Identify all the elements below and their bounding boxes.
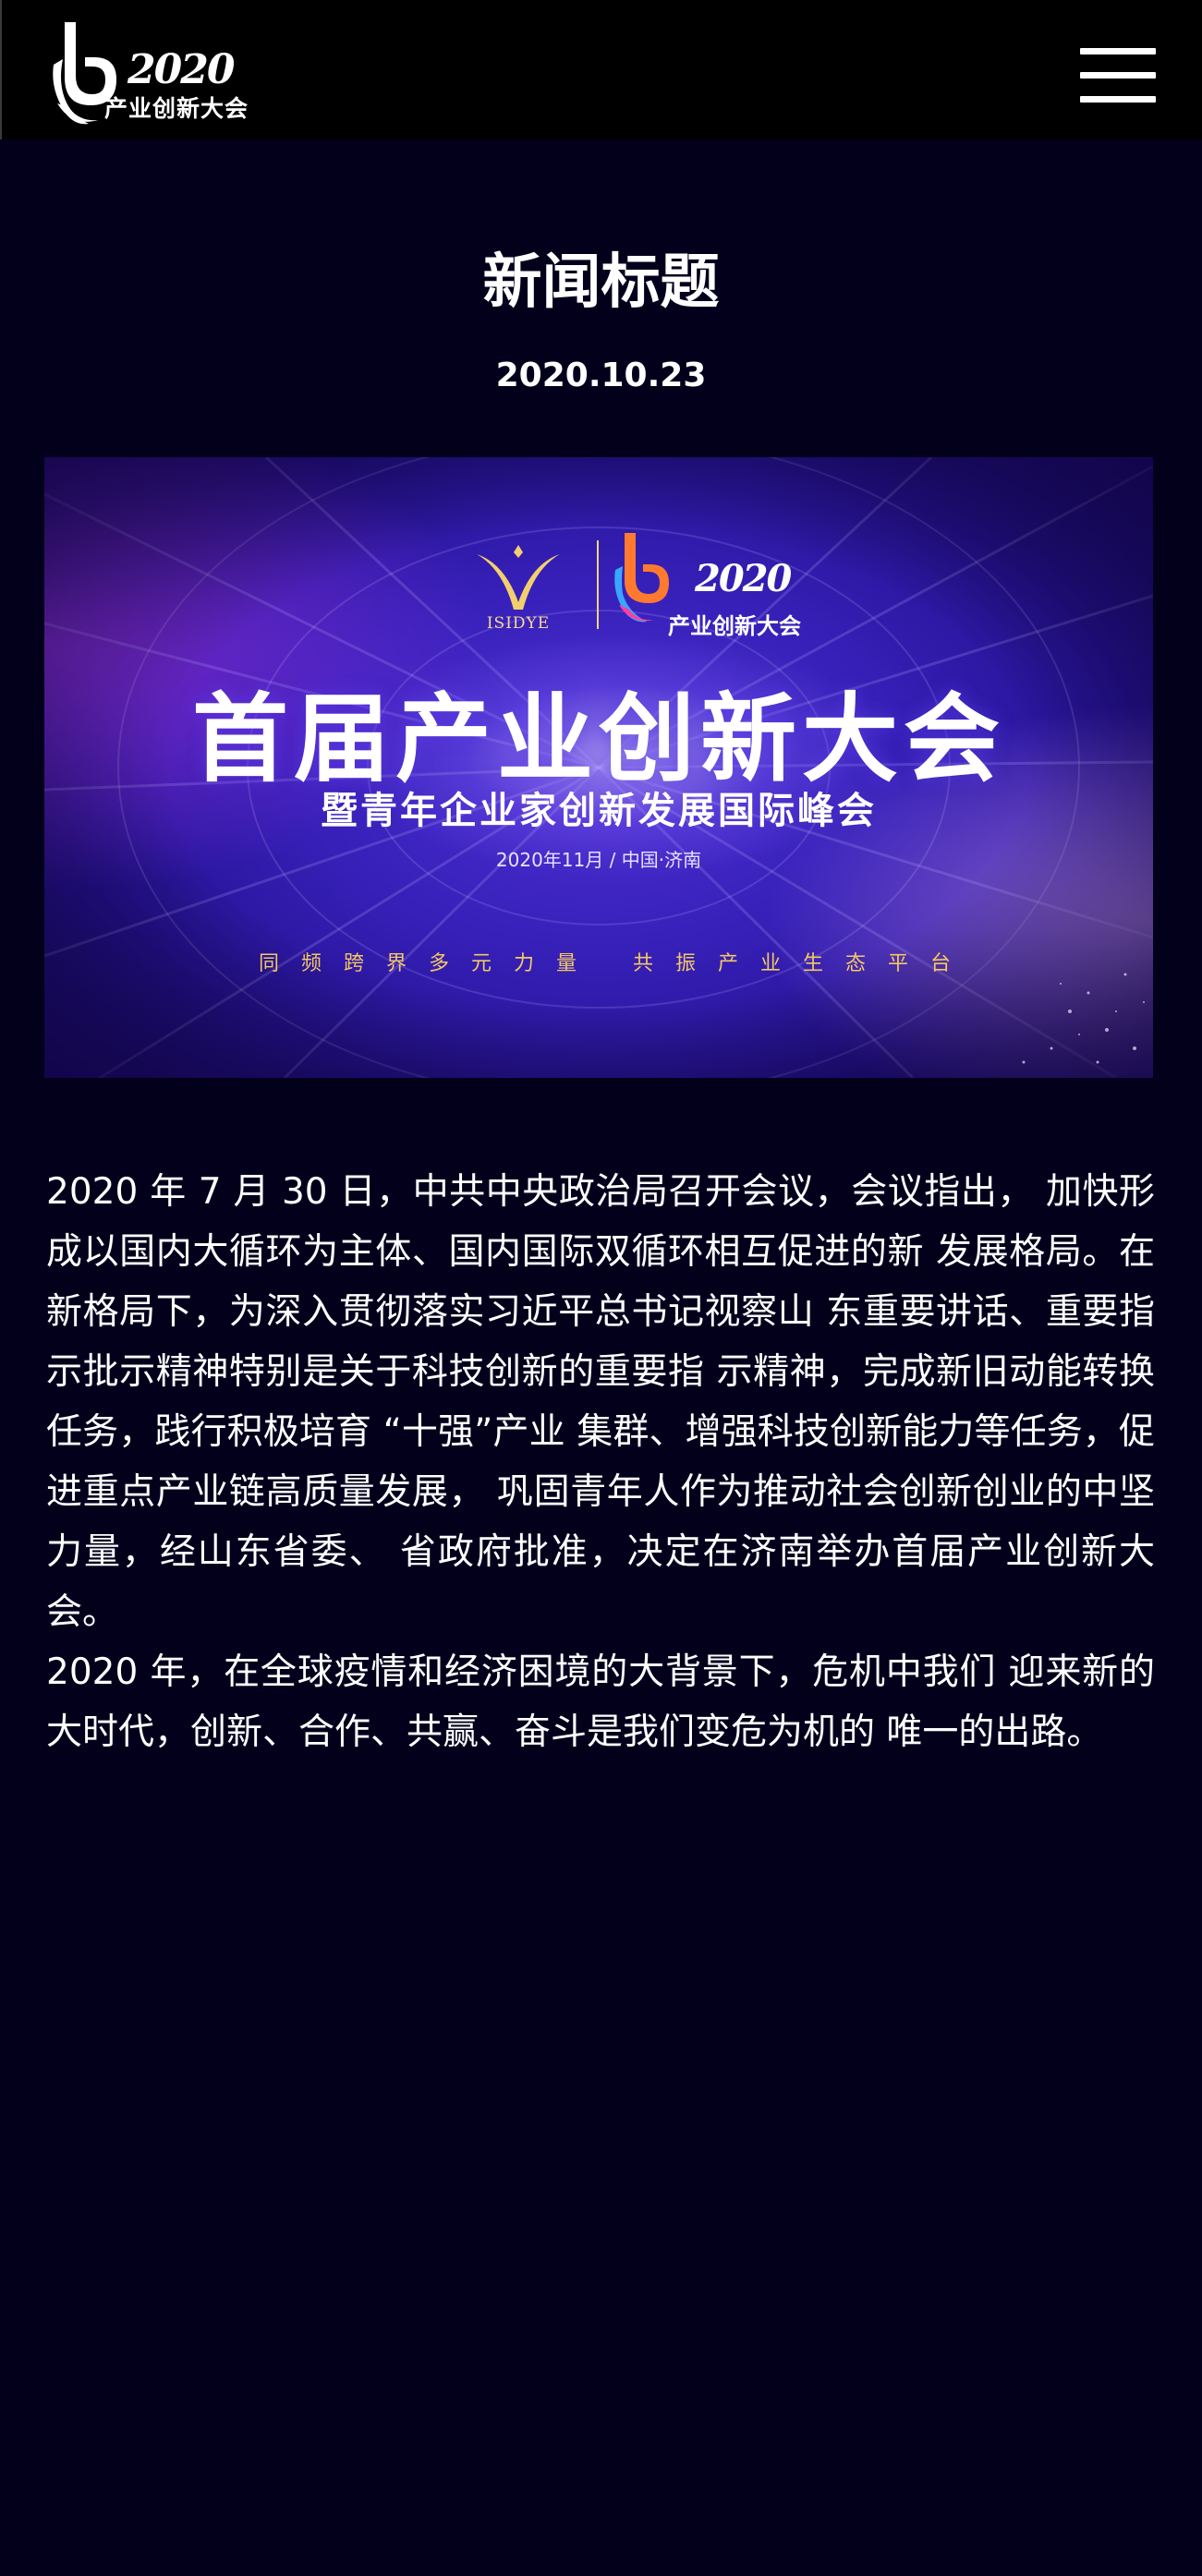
menu-bar-bottom xyxy=(1080,96,1156,103)
logo-year: 2020 xyxy=(127,46,235,93)
logo-subtitle: 产业创新大会 xyxy=(104,95,249,122)
news-title: 新闻标题 xyxy=(482,248,720,317)
banner-logo-year: 2020 xyxy=(695,557,792,600)
banner-logo-divider xyxy=(597,540,599,629)
banner-logo-subtitle: 产业创新大会 xyxy=(668,613,801,639)
menu-bar-middle xyxy=(1080,72,1156,79)
banner-slogan-right: 共振产业生态平台 xyxy=(633,952,974,975)
banner-date-location: 2020年11月 / 中国·济南 xyxy=(495,849,702,871)
banner-subtitle: 暨青年企业家创新发展国际峰会 xyxy=(321,790,877,832)
site-logo[interactable]: 2020 产业创新大会 xyxy=(48,18,251,127)
article-paragraph: 2020 年 7 月 30 日，中共中央政治局召开会议，会议指出， 加快形成以国… xyxy=(46,1171,1155,1633)
news-date: 2020.10.23 xyxy=(495,357,707,394)
menu-bar-top xyxy=(1080,48,1156,54)
conference-banner-image: ISIDYE 2020 产业创新大会 首届产业创新大会 暨青年企业家创新发展国际… xyxy=(44,457,1153,1078)
site-header: 2020 产业创新大会 xyxy=(0,0,1202,139)
banner-slogan-left: 同频跨界多元力量 xyxy=(259,952,600,975)
article-body: 2020 年 7 月 30 日，中共中央政治局召开会议，会议指出， 加快形成以国… xyxy=(46,1162,1155,1762)
banner-main-title: 首届产业创新大会 xyxy=(191,683,1005,795)
isidye-label: ISIDYE xyxy=(486,614,551,633)
hamburger-menu-icon[interactable] xyxy=(1080,48,1156,103)
article-paragraph: 2020 年，在全球疫情和经济困境的大背景下，危机中我们 迎来新的大时代，创新、… xyxy=(46,1651,1155,1753)
